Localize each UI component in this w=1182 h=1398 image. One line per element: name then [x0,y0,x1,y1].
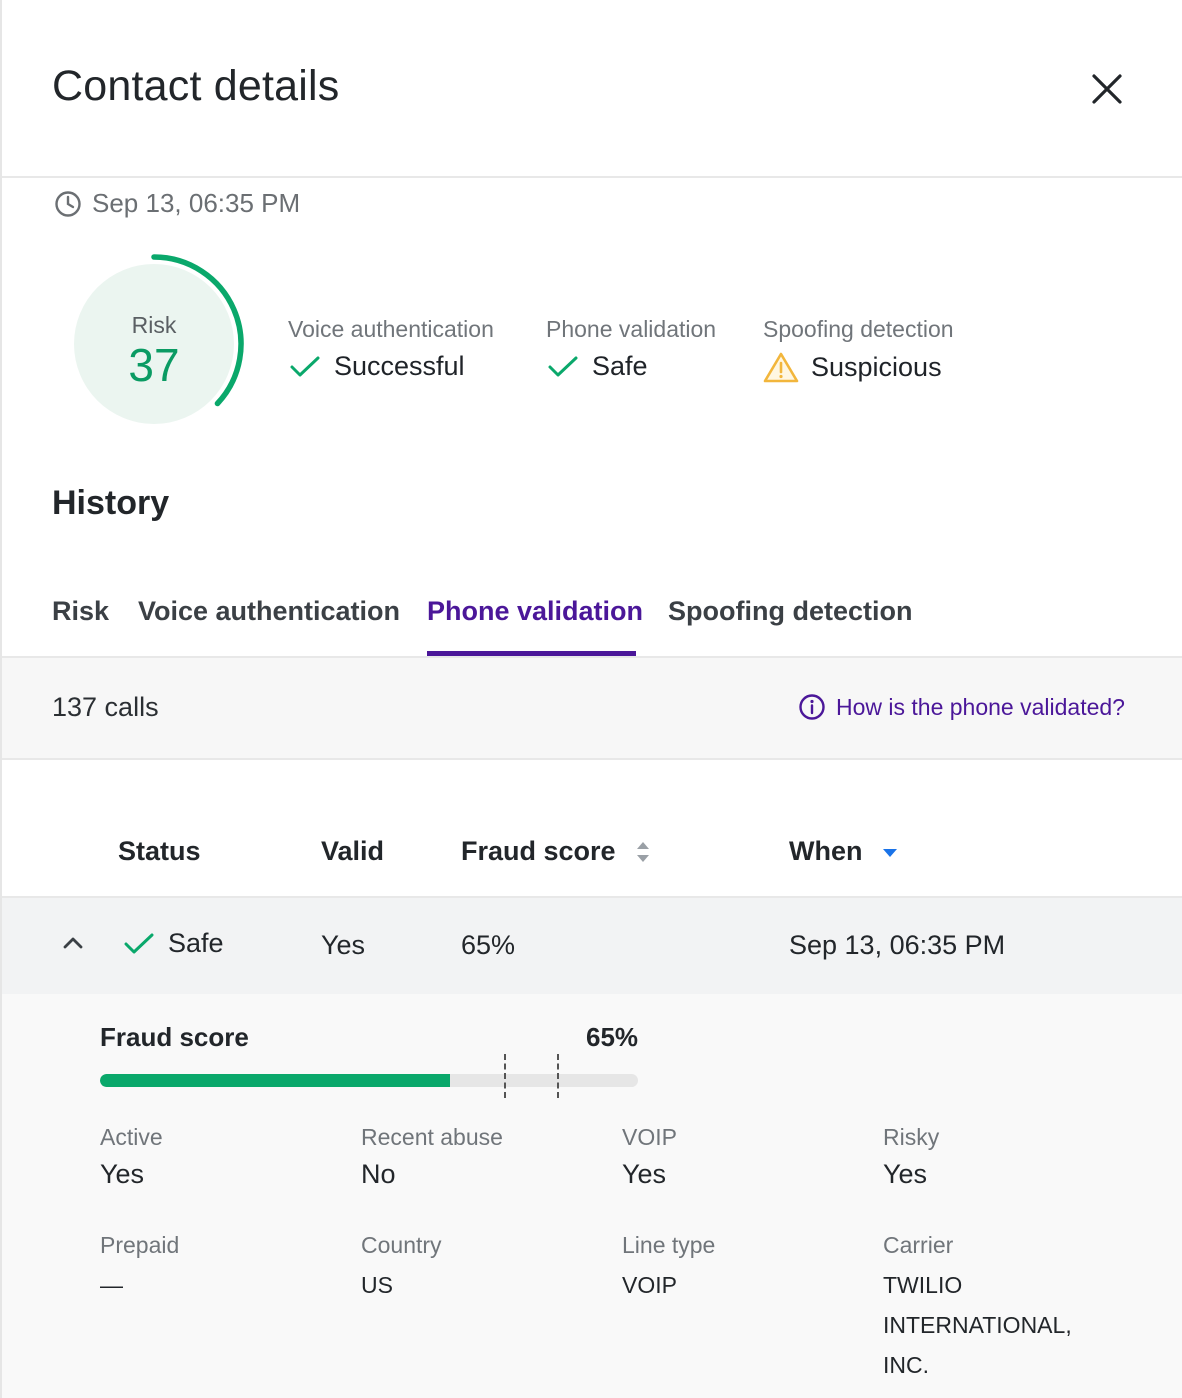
close-button[interactable] [1084,66,1130,112]
property-value: VOIP [622,1272,677,1298]
property-carrier: Carrier TWILIO INTERNATIONAL, INC. [883,1232,1093,1385]
metric-value-row: Safe [546,351,716,382]
metric-value: Successful [334,351,465,381]
chevron-up-icon [63,937,83,949]
property-recent-abuse: Recent abuse No [361,1124,503,1190]
column-header-fraud-score[interactable]: Fraud score [461,836,652,867]
metric-label: Spoofing detection [763,316,954,342]
property-active: Active Yes [100,1124,163,1190]
risk-label: Risk [131,312,177,338]
calls-count: 137 calls [52,692,159,722]
sort-descending-icon[interactable] [881,845,899,859]
tab-risk[interactable]: Risk [52,596,109,627]
contact-details-panel: Contact details Sep 13, 06:35 PM Risk 37… [0,0,1182,1398]
fraud-score-threshold-marker [504,1054,506,1098]
property-label: Recent abuse [361,1124,503,1150]
history-title: History [52,484,170,522]
check-icon [124,933,154,953]
property-line-type: Line type VOIP [622,1232,842,1305]
panel-header: Contact details [2,0,1182,178]
column-header-when[interactable]: When [789,836,899,867]
fraud-score-threshold-marker [557,1054,559,1098]
column-header-label[interactable]: When [789,836,863,867]
risk-value: 37 [128,339,180,391]
property-value: US [361,1272,393,1298]
property-value: Yes [622,1159,667,1189]
property-voip: VOIP Yes [622,1124,677,1190]
warning-icon [763,352,799,383]
calls-summary-bar: 137 calls How is the phone validated? [2,658,1182,760]
close-icon [1092,74,1122,104]
collapse-row-button[interactable] [58,928,88,958]
property-country: Country US [361,1232,581,1305]
help-link[interactable]: How is the phone validated? [798,693,1125,721]
row-detail-panel: Fraud score 65% Active Yes Recent abuse … [2,994,1182,1398]
info-icon [799,694,825,720]
tab-phone-validation[interactable]: Phone validation [427,596,643,627]
metric-voice-authentication: Voice authentication Successful [288,316,494,382]
column-header-label: Valid [321,836,385,866]
column-header-status: Status [118,836,201,867]
page-title: Contact details [52,62,340,110]
metric-value-row: Suspicious [763,351,954,383]
table-row[interactable]: Safe Yes 65% Sep 13, 06:35 PM [2,898,1182,994]
column-header-label[interactable]: Fraud score [461,836,616,867]
property-label: Carrier [883,1232,954,1258]
property-value: No [361,1159,396,1189]
fraud-score-label: Fraud score [100,1022,249,1052]
property-label: Prepaid [100,1232,180,1258]
property-label: Country [361,1232,442,1258]
cell-fraud-score: 65% [461,930,516,960]
sort-icon[interactable] [634,839,652,865]
history-tabs: Risk Voice authentication Phone validati… [2,580,1182,658]
cell-status: Safe [122,928,224,959]
property-label: Risky [883,1124,940,1150]
column-header-label: Status [118,836,201,866]
summary-timestamp: Sep 13, 06:35 PM [54,188,300,219]
metric-label: Voice authentication [288,316,494,342]
cell-valid: Yes [321,930,366,960]
help-link-text[interactable]: How is the phone validated? [836,694,1125,721]
property-label: Line type [622,1232,716,1258]
metric-value: Safe [592,351,648,381]
active-tab-indicator [427,651,636,656]
column-header-valid: Valid [321,836,384,867]
metric-label: Phone validation [546,316,717,342]
property-value: — [100,1272,123,1298]
metric-phone-validation: Phone validation Safe [546,316,716,382]
property-value: TWILIO INTERNATIONAL, INC. [883,1272,1072,1378]
property-value: Yes [883,1159,928,1189]
metric-value-row: Successful [288,351,494,382]
property-risky: Risky Yes [883,1124,939,1190]
tab-voice-authentication[interactable]: Voice authentication [138,596,400,627]
fraud-score-value: 65% [586,1022,639,1052]
property-value: Yes [100,1159,145,1189]
clock-icon [55,190,81,217]
metric-value: Suspicious [811,351,942,382]
property-label: Active [100,1124,163,1150]
timestamp-text: Sep 13, 06:35 PM [92,188,301,218]
property-label: VOIP [622,1124,677,1150]
check-icon [548,356,578,376]
tab-spoofing-detection[interactable]: Spoofing detection [668,596,912,627]
property-prepaid: Prepaid — [100,1232,320,1305]
fraud-score-bar-fill [100,1074,450,1087]
cell-when: Sep 13, 06:35 PM [789,930,1006,960]
metric-spoofing-detection: Spoofing detection Suspicious [763,316,954,383]
cell-status-text: Safe [168,928,224,958]
check-icon [290,356,320,376]
